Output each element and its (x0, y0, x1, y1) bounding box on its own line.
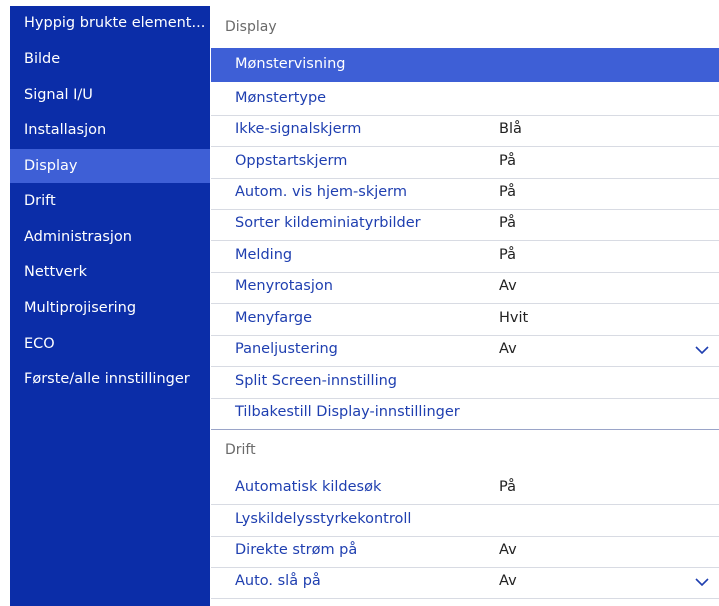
sidebar-item-nettverk[interactable]: Nettverk (10, 255, 210, 289)
sidebar-item-drift[interactable]: Drift (10, 184, 210, 218)
menu-row-sorter-kildeminiatyrbilder[interactable]: Sorter kildeminiatyrbilder På (211, 207, 719, 241)
row-label: Lyskildelysstyrkekontroll (235, 511, 412, 527)
menu-row-auto-sla-pa[interactable]: Auto. slå på Av (211, 565, 719, 599)
row-label: Tilbakestill Display-innstillinger (235, 404, 460, 420)
row-label: Direkte strøm på (235, 542, 358, 558)
menu-row-melding[interactable]: Melding På (211, 239, 719, 273)
chevron-down-icon[interactable] (695, 346, 709, 354)
row-value: Av (499, 542, 517, 558)
sidebar-item-installasjon[interactable]: Installasjon (10, 113, 210, 147)
sidebar: Hyppig brukte element... Bilde Signal I/… (10, 6, 210, 606)
row-value: Av (499, 278, 517, 294)
row-label: Split Screen-innstilling (235, 373, 397, 389)
row-label: Auto. slå på (235, 573, 321, 589)
sidebar-item-multiprojisering[interactable]: Multiprojisering (10, 291, 210, 325)
menu-row-monstervisning[interactable]: Mønstervisning (211, 48, 719, 82)
menu-row-lyskildelysstyrkekontroll[interactable]: Lyskildelysstyrkekontroll (211, 503, 719, 537)
settings-panel: Display Mønstervisning Mønstertype Ikke-… (211, 6, 719, 606)
row-value: Blå (499, 121, 522, 137)
section-divider (211, 429, 719, 430)
row-label: Menyrotasjon (235, 278, 333, 294)
row-label: Autom. vis hjem-skjerm (235, 184, 408, 200)
menu-row-oppstartskjerm[interactable]: Oppstartskjerm På (211, 145, 719, 179)
row-label: Menyfarge (235, 310, 313, 326)
section-title-display: Display (225, 19, 277, 35)
menu-row-tilbakestill-display[interactable]: Tilbakestill Display-innstillinger (211, 396, 719, 430)
menu-row-menyrotasjon[interactable]: Menyrotasjon Av (211, 270, 719, 304)
section-title-drift: Drift (225, 442, 256, 458)
sidebar-item-hyppig-brukte[interactable]: Hyppig brukte element... (10, 6, 210, 40)
row-value: På (499, 153, 516, 169)
menu-row-split-screen[interactable]: Split Screen-innstilling (211, 365, 719, 399)
sidebar-item-signal[interactable]: Signal I/U (10, 78, 210, 112)
row-label: Melding (235, 247, 293, 263)
row-value: Hvit (499, 310, 529, 326)
row-label: Mønstervisning (235, 56, 346, 72)
menu-row-monstertype[interactable]: Mønstertype (211, 82, 719, 116)
menu-row-direkte-strom-pa[interactable]: Direkte strøm på Av (211, 534, 719, 568)
row-label: Mønstertype (235, 90, 327, 106)
chevron-down-icon[interactable] (695, 578, 709, 586)
row-value: Av (499, 573, 517, 589)
row-value: På (499, 184, 516, 200)
row-value: På (499, 479, 516, 495)
row-value: På (499, 247, 516, 263)
sidebar-item-eco[interactable]: ECO (10, 327, 210, 361)
sidebar-item-forste-alle[interactable]: Første/alle innstillinger (10, 362, 210, 396)
row-label: Oppstartskjerm (235, 153, 348, 169)
sidebar-item-display[interactable]: Display (10, 149, 210, 183)
menu-row-paneljustering[interactable]: Paneljustering Av (211, 333, 719, 367)
row-value: På (499, 215, 516, 231)
menu-row-menyfarge[interactable]: Menyfarge Hvit (211, 302, 719, 336)
row-label: Automatisk kildesøk (235, 479, 382, 495)
row-label: Paneljustering (235, 341, 338, 357)
row-value: Av (499, 341, 517, 357)
row-label: Sorter kildeminiatyrbilder (235, 215, 421, 231)
sidebar-item-administrasjon[interactable]: Administrasjon (10, 220, 210, 254)
menu-row-automatisk-kildesok[interactable]: Automatisk kildesøk På (211, 471, 719, 505)
sidebar-item-bilde[interactable]: Bilde (10, 42, 210, 76)
menu-row-ikke-signalskjerm[interactable]: Ikke-signalskjerm Blå (211, 113, 719, 147)
row-label: Ikke-signalskjerm (235, 121, 362, 137)
menu-row-autom-vis-hjem[interactable]: Autom. vis hjem-skjerm På (211, 176, 719, 210)
